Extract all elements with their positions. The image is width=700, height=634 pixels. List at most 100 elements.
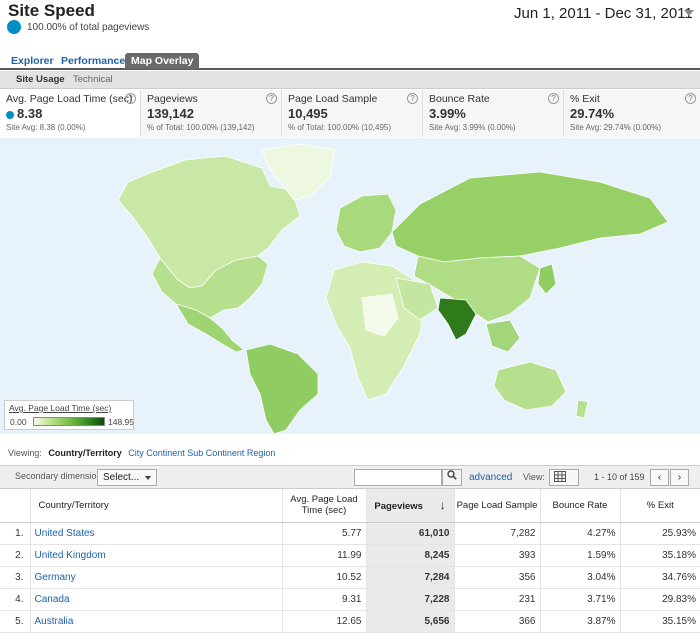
table-row: 5. Australia 12.65 5,656 366 3.87% 35.15…: [0, 610, 700, 633]
tab-map-overlay[interactable]: Map Overlay: [125, 53, 200, 69]
subtab-site-usage[interactable]: Site Usage: [16, 74, 65, 85]
legend-max: 148.95: [108, 417, 134, 427]
column-header-pageviews[interactable]: Pageviews ↓: [366, 489, 455, 523]
world-map[interactable]: [0, 138, 700, 435]
country-link[interactable]: United States: [35, 528, 95, 539]
cell-load-time: 5.77: [282, 522, 367, 545]
metric-value: 139,142: [147, 106, 194, 121]
tab-explorer[interactable]: Explorer: [11, 53, 54, 69]
region-southeast-asia[interactable]: [485, 319, 521, 353]
subtab-technical[interactable]: Technical: [73, 74, 113, 85]
cell-bounce: 3.71%: [540, 588, 621, 611]
column-header-sample[interactable]: Page Load Sample: [454, 489, 541, 523]
sort-desc-icon: ↓: [439, 498, 446, 513]
cell-sample: 231: [454, 588, 541, 611]
table-row: 1. United States 5.77 61,010 7,282 4.27%…: [0, 522, 700, 545]
metric-exit[interactable]: % Exit 29.74% Site Avg: 29.74% (0.00%) ?: [564, 90, 700, 137]
map-legend: Avg. Page Load Time (sec) 0.00 148.95: [4, 400, 134, 430]
dimension-sub-continent[interactable]: Sub Continent Region: [187, 448, 275, 458]
region-russia[interactable]: [391, 171, 669, 263]
grid-icon: [554, 471, 566, 482]
help-icon[interactable]: ?: [685, 93, 696, 104]
row-index: 2.: [0, 544, 31, 567]
help-icon[interactable]: ?: [407, 93, 418, 104]
dimension-selector: Viewing: Country/Territory City Continen…: [8, 448, 275, 458]
region-europe[interactable]: [335, 193, 397, 253]
pageviews-pie-icon: [7, 20, 21, 34]
cell-load-time: 9.31: [282, 588, 367, 611]
cell-pageviews: 5,656: [366, 610, 455, 633]
table-row: 4. Canada 9.31 7,228 231 3.71% 29.83%: [0, 588, 700, 611]
column-header-country[interactable]: Country/Territory: [30, 489, 283, 523]
date-range-picker[interactable]: Jun 1, 2011 - Dec 31, 2011: [507, 0, 699, 24]
row-index: 1.: [0, 522, 31, 545]
next-page-button[interactable]: ›: [670, 469, 689, 486]
column-header-bounce[interactable]: Bounce Rate: [540, 489, 621, 523]
dimension-current: Country/Territory: [48, 448, 122, 458]
metric-sub: Site Avg: 8.38 (0.00%): [6, 123, 86, 132]
region-central-asia-china[interactable]: [413, 255, 541, 323]
metric-label: Bounce Rate: [429, 93, 490, 105]
help-icon[interactable]: ?: [266, 93, 277, 104]
pagination-label: 1 - 10 of 159: [594, 472, 645, 482]
metric-value: 10,495: [288, 106, 328, 121]
row-index: 4.: [0, 588, 31, 611]
cell-exit: 35.18%: [620, 544, 700, 567]
region-australia[interactable]: [493, 361, 567, 411]
legend-title[interactable]: Avg. Page Load Time (sec): [9, 403, 129, 413]
cell-pageviews: 7,228: [366, 588, 455, 611]
cell-sample: 393: [454, 544, 541, 567]
dimension-city[interactable]: City: [128, 448, 144, 458]
secondary-dimension-label: Secondary dimension:: [15, 471, 105, 481]
select-label: Select...: [103, 472, 140, 483]
cell-exit: 29.83%: [620, 588, 700, 611]
metric-pageviews[interactable]: Pageviews 139,142 % of Total: 100.00% (1…: [141, 90, 282, 137]
metric-sub: Site Avg: 3.99% (0.00%): [429, 123, 516, 132]
cell-bounce: 3.87%: [540, 610, 621, 633]
table-view-select[interactable]: [549, 469, 579, 486]
metric-sub: % of Total: 100.00% (139,142): [147, 123, 255, 132]
search-icon[interactable]: [442, 469, 462, 486]
column-header-pageviews-label: Pageviews: [374, 501, 423, 513]
country-link[interactable]: Australia: [35, 616, 74, 627]
region-canada[interactable]: [117, 155, 301, 289]
cell-load-time: 12.65: [282, 610, 367, 633]
dimension-continent[interactable]: Continent: [146, 448, 185, 458]
tab-performance[interactable]: Performance: [61, 53, 125, 69]
metric-label: Page Load Sample: [288, 93, 378, 105]
column-header-exit[interactable]: % Exit: [620, 489, 700, 523]
prev-page-button[interactable]: ‹: [650, 469, 669, 486]
country-link[interactable]: United Kingdom: [35, 550, 106, 561]
cell-sample: 356: [454, 566, 541, 589]
metric-avg-page-load-time[interactable]: Avg. Page Load Time (sec) 8.38 Site Avg:…: [0, 90, 141, 137]
help-icon[interactable]: ?: [125, 93, 136, 104]
country-link[interactable]: Germany: [35, 572, 76, 583]
advanced-filter-link[interactable]: advanced: [469, 472, 512, 483]
viewing-label: Viewing:: [8, 448, 42, 458]
secondary-dimension-select[interactable]: Select...: [97, 469, 157, 486]
column-header-load-time[interactable]: Avg. Page Load Time (sec): [282, 489, 367, 523]
region-japan[interactable]: [537, 263, 557, 295]
table-search-input[interactable]: [354, 469, 442, 486]
metric-label: % Exit: [570, 93, 600, 105]
report-tabs: Explorer Performance Map Overlay: [0, 53, 700, 70]
country-link[interactable]: Canada: [35, 594, 70, 605]
metric-bounce-rate[interactable]: Bounce Rate 3.99% Site Avg: 3.99% (0.00%…: [423, 90, 564, 137]
chevron-down-icon: [145, 476, 151, 480]
date-range-label: Jun 1, 2011 - Dec 31, 2011: [514, 5, 693, 22]
column-header-index: [0, 489, 31, 523]
row-index: 5.: [0, 610, 31, 633]
help-icon[interactable]: ?: [548, 93, 559, 104]
world-map-svg[interactable]: [0, 138, 700, 435]
cell-sample: 7,282: [454, 522, 541, 545]
region-new-zealand[interactable]: [575, 399, 589, 419]
region-south-america[interactable]: [245, 343, 319, 435]
metric-value: 3.99%: [429, 106, 466, 121]
series-dot-icon: [6, 111, 14, 119]
cell-load-time: 11.99: [282, 544, 367, 567]
metric-page-load-sample[interactable]: Page Load Sample 10,495 % of Total: 100.…: [282, 90, 423, 137]
table-row: 2. United Kingdom 11.99 8,245 393 1.59% …: [0, 544, 700, 567]
cell-bounce: 1.59%: [540, 544, 621, 567]
metric-scorecards: Avg. Page Load Time (sec) 8.38 Site Avg:…: [0, 90, 700, 137]
cell-exit: 35.15%: [620, 610, 700, 633]
